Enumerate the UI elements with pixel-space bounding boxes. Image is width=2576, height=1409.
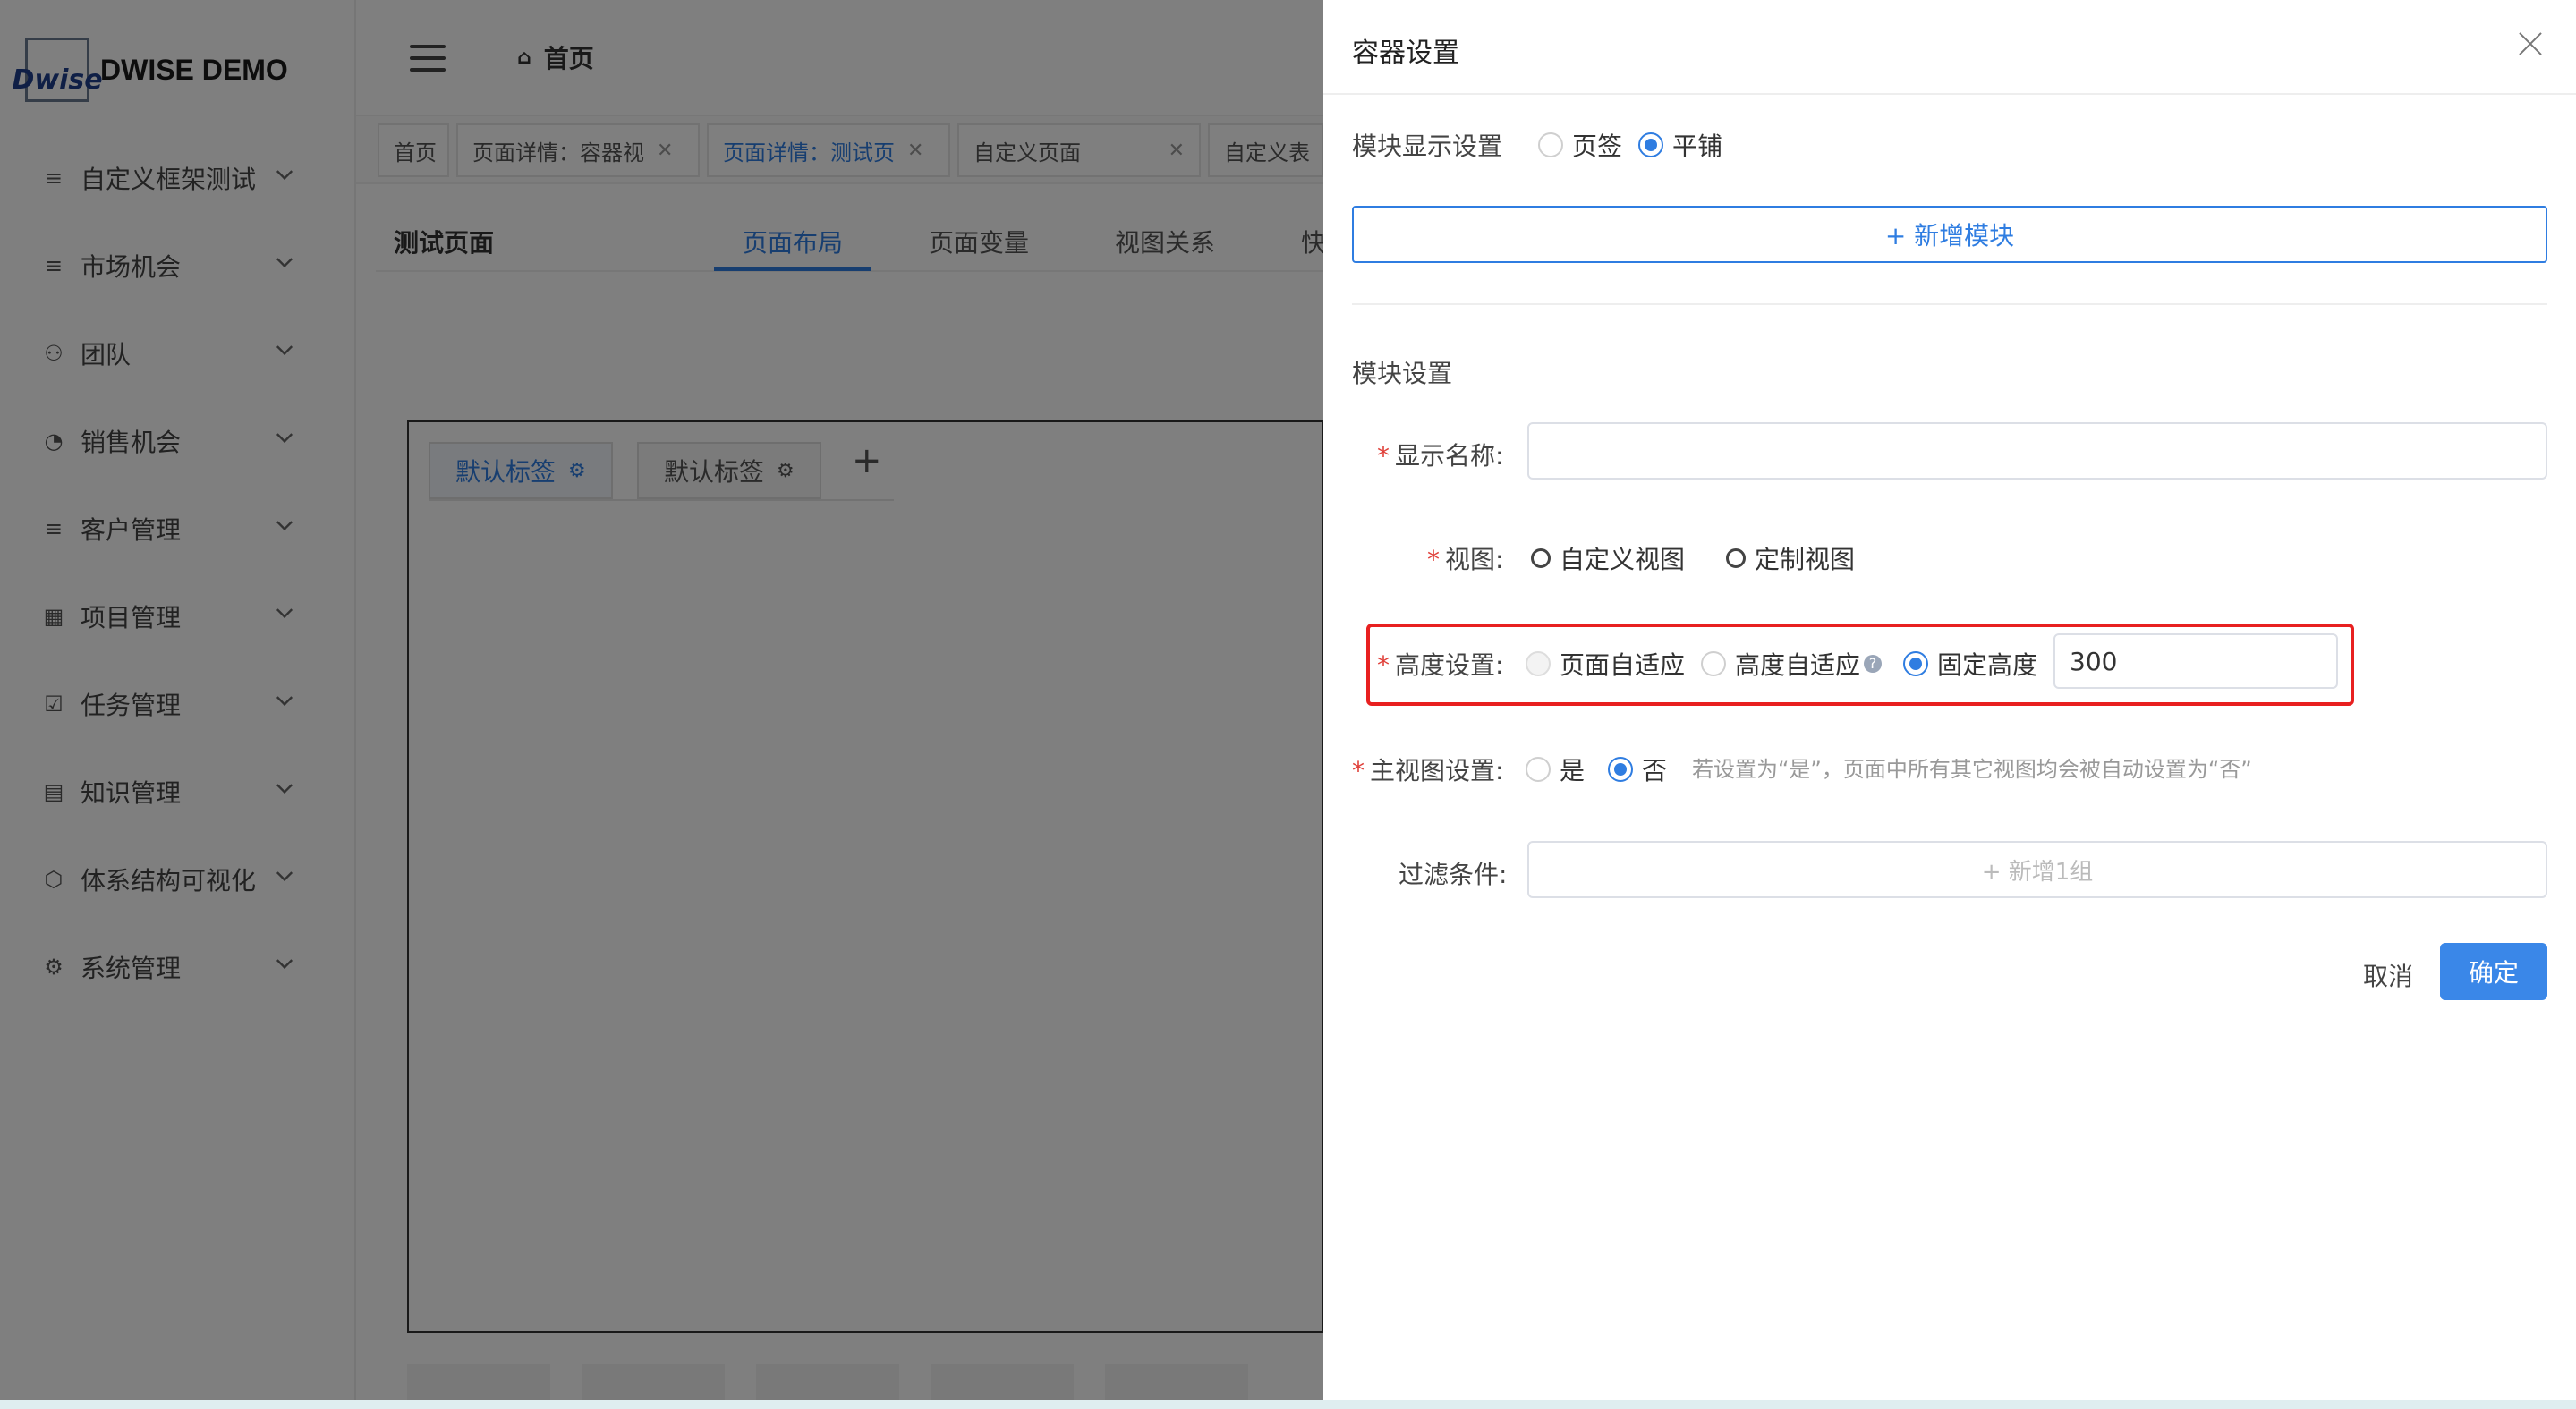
radio-main-view-yes[interactable] (1526, 757, 1551, 782)
main-view-yes-option[interactable]: 是 (1526, 751, 1585, 787)
radio-height-fixed[interactable] (1903, 651, 1928, 676)
height-label: * 高度设置: (1377, 646, 1503, 682)
height-page-adaptive-option[interactable]: 页面自适应 (1526, 646, 1685, 682)
section-divider (1352, 303, 2547, 305)
radio-label: 是 (1560, 756, 1586, 785)
fixed-height-input[interactable]: 300 (2053, 633, 2338, 689)
radio-label: 高度自适应 (1735, 650, 1861, 680)
radio-label: 页签 (1572, 132, 1623, 161)
bottom-strip (0, 1400, 2576, 1409)
radio-label: 否 (1642, 756, 1668, 785)
cancel-button[interactable]: 取消 (2354, 948, 2422, 1002)
container-settings-drawer: 容器设置 模块显示设置 页签 平铺 + 新增模块 模块设置 * 显示名称: * 视图… (1323, 0, 2576, 1400)
view-label-text: 视图: (1445, 545, 1504, 574)
display-mode-tab-option[interactable]: 页签 (1538, 127, 1622, 163)
radio-label: 固定高度 (1937, 650, 2038, 680)
radio-label: 自定义视图 (1560, 545, 1686, 574)
required-mark: * (1377, 441, 1390, 471)
radio-label: 页面自适应 (1560, 650, 1686, 680)
view-label: * 视图: (1427, 540, 1503, 576)
main-view-label: * 主视图设置: (1352, 751, 1503, 787)
radio-tailored-view[interactable] (1726, 548, 1746, 568)
required-mark: * (1427, 545, 1440, 574)
radio-page-adaptive[interactable] (1526, 651, 1551, 676)
display-mode-label: 模块显示设置 (1352, 132, 1503, 161)
main-view-no-option[interactable]: 否 (1608, 751, 1667, 787)
view-tailored-option[interactable]: 定制视图 (1726, 540, 1855, 576)
required-mark: * (1377, 650, 1390, 680)
height-fixed-option[interactable]: 固定高度 (1903, 646, 2037, 682)
radio-custom-view[interactable] (1531, 548, 1551, 568)
main-view-label-text: 主视图设置: (1370, 756, 1504, 785)
confirm-button[interactable]: 确定 (2440, 943, 2547, 1000)
radio-label: 平铺 (1672, 132, 1723, 161)
display-mode-tile-option[interactable]: 平铺 (1638, 127, 1722, 163)
display-name-label-text: 显示名称: (1395, 441, 1504, 471)
radio-main-view-no[interactable] (1608, 757, 1633, 782)
modal-overlay[interactable] (0, 0, 1323, 1409)
radio-height-auto[interactable] (1701, 651, 1726, 676)
radio-tile[interactable] (1638, 132, 1663, 157)
add-filter-group-button[interactable]: + 新增1组 (1527, 841, 2547, 898)
module-settings-title: 模块设置 (1352, 359, 1453, 388)
display-name-label: * 显示名称: (1377, 437, 1503, 472)
main-view-hint: 若设置为“是”，页面中所有其它视图均会被自动设置为“否” (1692, 757, 2252, 782)
drawer-header-divider (1323, 93, 2576, 95)
view-custom-option[interactable]: 自定义视图 (1531, 540, 1685, 576)
help-icon[interactable]: ? (1864, 655, 1883, 673)
close-icon[interactable] (2517, 30, 2544, 57)
add-module-button[interactable]: + 新增模块 (1352, 206, 2547, 263)
filter-label: 过滤条件: (1399, 860, 1508, 889)
required-mark: * (1352, 756, 1365, 785)
radio-label: 定制视图 (1755, 545, 1856, 574)
display-name-input[interactable] (1527, 422, 2547, 480)
drawer-title: 容器设置 (1352, 38, 1459, 69)
height-auto-option[interactable]: 高度自适应 ? (1701, 646, 1883, 682)
height-label-text: 高度设置: (1395, 650, 1504, 680)
radio-tab[interactable] (1538, 132, 1563, 157)
